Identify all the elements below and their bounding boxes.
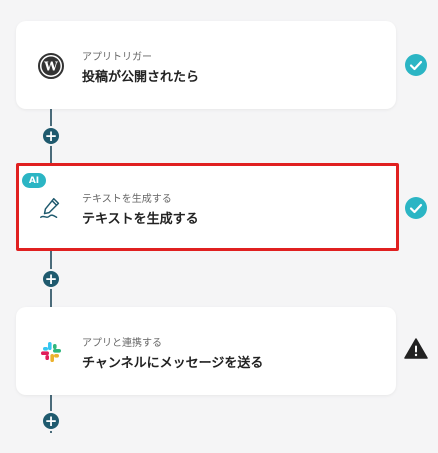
add-step-button[interactable]: + <box>41 411 61 431</box>
complete-check-icon <box>404 53 428 77</box>
warning-icon <box>404 337 428 361</box>
step-category: アプリと連携する <box>82 338 162 349</box>
step-card-trigger[interactable]: W アプリトリガー 投稿が公開されたら <box>16 21 396 109</box>
svg-text:W: W <box>43 60 58 74</box>
wordpress-icon: W <box>38 53 64 79</box>
complete-check-icon <box>404 196 428 220</box>
step-title: テキストを生成する <box>82 212 199 227</box>
step-title: 投稿が公開されたら <box>82 70 200 85</box>
step-card-ai-generate[interactable]: テキストを生成する テキストを生成する <box>16 163 399 251</box>
step-card-slack[interactable]: アプリと連携する チャンネルにメッセージを送る <box>16 307 396 395</box>
add-step-button[interactable]: + <box>41 126 61 146</box>
step-title: チャンネルにメッセージを送る <box>82 356 264 371</box>
pen-icon <box>38 195 64 221</box>
ai-badge: AI <box>22 173 46 188</box>
step-category: テキストを生成する <box>82 194 172 205</box>
add-step-button[interactable]: + <box>41 269 61 289</box>
step-category: アプリトリガー <box>82 52 152 63</box>
slack-icon <box>38 339 64 365</box>
